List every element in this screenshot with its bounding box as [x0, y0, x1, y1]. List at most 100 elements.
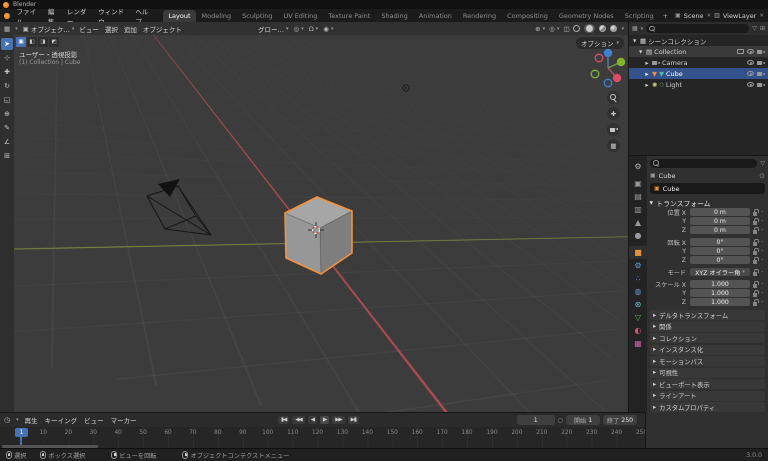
render-visibility-icon[interactable]: [757, 49, 765, 54]
select-mode-invert[interactable]: ◩: [49, 37, 59, 47]
pivot-dropdown[interactable]: ◎ ▾: [294, 25, 304, 33]
gizmos-dropdown[interactable]: ⊕ ▾: [535, 25, 545, 33]
tool-rotate[interactable]: ↻: [1, 80, 13, 92]
properties-tab-scene[interactable]: ▲: [629, 216, 647, 229]
snap-toggle[interactable]: Ω ▾: [309, 25, 318, 33]
next-keyframe-button[interactable]: ▶▶: [332, 416, 345, 424]
properties-section-6[interactable]: ▸ ビューポート表示: [650, 379, 765, 389]
value-field[interactable]: XYZ オイラー角 ▾: [690, 268, 750, 277]
properties-section-8[interactable]: ▸ カスタムプロパティ: [650, 402, 765, 412]
play-reverse-button[interactable]: ◀: [307, 416, 317, 424]
properties-tab-modifiers[interactable]: ⚙: [629, 259, 647, 272]
value-field[interactable]: 0°: [690, 256, 750, 264]
lock-icon[interactable]: [752, 208, 759, 216]
workspace-tab-uv-editing[interactable]: UV Editing: [278, 10, 322, 22]
outliner-row-scene-collection[interactable]: ▸ ▦ シーンコレクション: [629, 35, 768, 46]
value-field[interactable]: 0°: [690, 247, 750, 255]
properties-tab-object-data[interactable]: ▽: [629, 311, 647, 324]
workspace-tab-rendering[interactable]: Rendering: [458, 10, 501, 22]
properties-tab-view-layer[interactable]: ▥: [629, 203, 647, 216]
properties-tab-particles[interactable]: ∴: [629, 272, 647, 285]
pan-view-button[interactable]: ✚: [607, 107, 620, 120]
tool-measure[interactable]: ∠: [1, 136, 13, 148]
play-button[interactable]: ▶: [319, 416, 330, 424]
workspace-tab-scripting[interactable]: Scripting: [620, 10, 659, 22]
properties-section-3[interactable]: ▸ インスタンス化: [650, 344, 765, 355]
value-field[interactable]: 1.000: [690, 289, 750, 297]
hide-icon[interactable]: [747, 49, 754, 54]
display-mode-icon[interactable]: ▦: [632, 25, 638, 32]
tool-cursor[interactable]: ⊹: [1, 52, 13, 64]
workspace-tab-modeling[interactable]: Modeling: [197, 10, 237, 22]
value-field[interactable]: 0 m: [690, 226, 750, 234]
proportional-edit-toggle[interactable]: ◉ ▾: [323, 25, 333, 33]
lock-icon[interactable]: [752, 268, 759, 276]
animate-dot[interactable]: ·: [760, 268, 765, 276]
properties-section-2[interactable]: ▸ コレクション: [650, 333, 765, 343]
timeline-menu-3[interactable]: マーカー: [111, 415, 137, 425]
animate-dot[interactable]: ·: [760, 247, 765, 255]
camera-object[interactable]: [146, 179, 212, 236]
value-field[interactable]: 0 m: [690, 208, 750, 216]
render-visibility-icon[interactable]: [757, 60, 765, 65]
select-mode-extend[interactable]: ◧: [27, 37, 37, 47]
jump-to-end-button[interactable]: ▶▮: [347, 416, 359, 424]
value-field[interactable]: 0°: [690, 238, 750, 246]
object-name-field[interactable]: ▣ Cube: [650, 183, 765, 194]
properties-tab-texture[interactable]: ▦: [629, 337, 647, 350]
outliner-row-cube[interactable]: ▸ ▼ ▼ Cube: [629, 68, 768, 79]
properties-tab-world[interactable]: ●: [629, 229, 647, 242]
frame-end-field[interactable]: 終了 250: [603, 415, 637, 425]
editor-clock-icon[interactable]: ◷: [4, 416, 10, 424]
lock-icon[interactable]: [752, 238, 759, 246]
new-collection-button[interactable]: ⊞: [760, 25, 765, 32]
scene-selector[interactable]: Scene: [684, 12, 704, 20]
hide-icon[interactable]: [747, 82, 754, 87]
unlink-scene-button[interactable]: ✕: [707, 13, 712, 19]
auto-keyframe-toggle[interactable]: ○: [558, 417, 563, 424]
outliner-row-camera[interactable]: ▸ Camera: [629, 57, 768, 68]
viewport-menu-2[interactable]: 追加: [124, 24, 137, 34]
workspace-tab-sculpting[interactable]: Sculpting: [237, 10, 277, 22]
properties-tab-object[interactable]: ■: [629, 246, 647, 259]
properties-tab-render[interactable]: ▣: [629, 177, 647, 190]
animate-dot[interactable]: ·: [760, 208, 765, 216]
lock-icon[interactable]: [752, 298, 759, 306]
view-layer-selector[interactable]: ViewLayer: [723, 12, 757, 20]
blender-menu-icon[interactable]: [4, 12, 10, 19]
tool-annotate[interactable]: ✎: [1, 122, 13, 134]
select-mode-new[interactable]: ▣: [16, 37, 26, 47]
lock-icon[interactable]: [752, 226, 759, 234]
xray-toggle[interactable]: ◫: [563, 25, 569, 33]
render-visibility-icon[interactable]: [757, 71, 765, 76]
timeline-menu-2[interactable]: ビュー: [84, 415, 104, 425]
shading-rendered-button[interactable]: [610, 25, 618, 32]
lock-icon[interactable]: [752, 256, 759, 264]
cube-object[interactable]: [284, 196, 353, 275]
workspace-tab-compositing[interactable]: Compositing: [502, 10, 553, 22]
properties-section-7[interactable]: ▸ ラインアート: [650, 390, 765, 401]
overlays-dropdown[interactable]: ◎ ▾: [549, 25, 559, 33]
properties-section-0[interactable]: ▸ デルタトランスフォーム: [650, 310, 765, 320]
tool-add-cube[interactable]: ⊞: [1, 150, 13, 162]
mode-dropdown[interactable]: オブジェク…: [31, 24, 70, 34]
zoom-view-button[interactable]: [607, 91, 620, 104]
workspace-tab-geometry-nodes[interactable]: Geometry Nodes: [554, 10, 619, 22]
jump-to-start-button[interactable]: ▮◀: [278, 416, 290, 424]
select-mode-subtract[interactable]: ◨: [38, 37, 48, 47]
lock-icon[interactable]: [752, 280, 759, 288]
value-field[interactable]: 1.000: [690, 280, 750, 288]
render-visibility-icon[interactable]: [757, 82, 765, 87]
shading-wireframe-button[interactable]: [573, 25, 581, 32]
filter-icon[interactable]: ▽: [760, 160, 765, 167]
tool-select-box[interactable]: ➤: [1, 38, 13, 50]
navigation-gizmo[interactable]: [585, 45, 628, 91]
viewport-menu-0[interactable]: ビュー: [79, 24, 99, 34]
prev-keyframe-button[interactable]: ◀◀: [292, 416, 305, 424]
shading-solid-button[interactable]: [586, 25, 594, 32]
orientation-dropdown[interactable]: グロー… ▾: [258, 24, 289, 34]
hide-icon[interactable]: [747, 60, 754, 65]
tool-scale[interactable]: ◱: [1, 94, 13, 106]
animate-dot[interactable]: ·: [760, 226, 765, 234]
add-workspace-button[interactable]: +: [660, 10, 671, 22]
